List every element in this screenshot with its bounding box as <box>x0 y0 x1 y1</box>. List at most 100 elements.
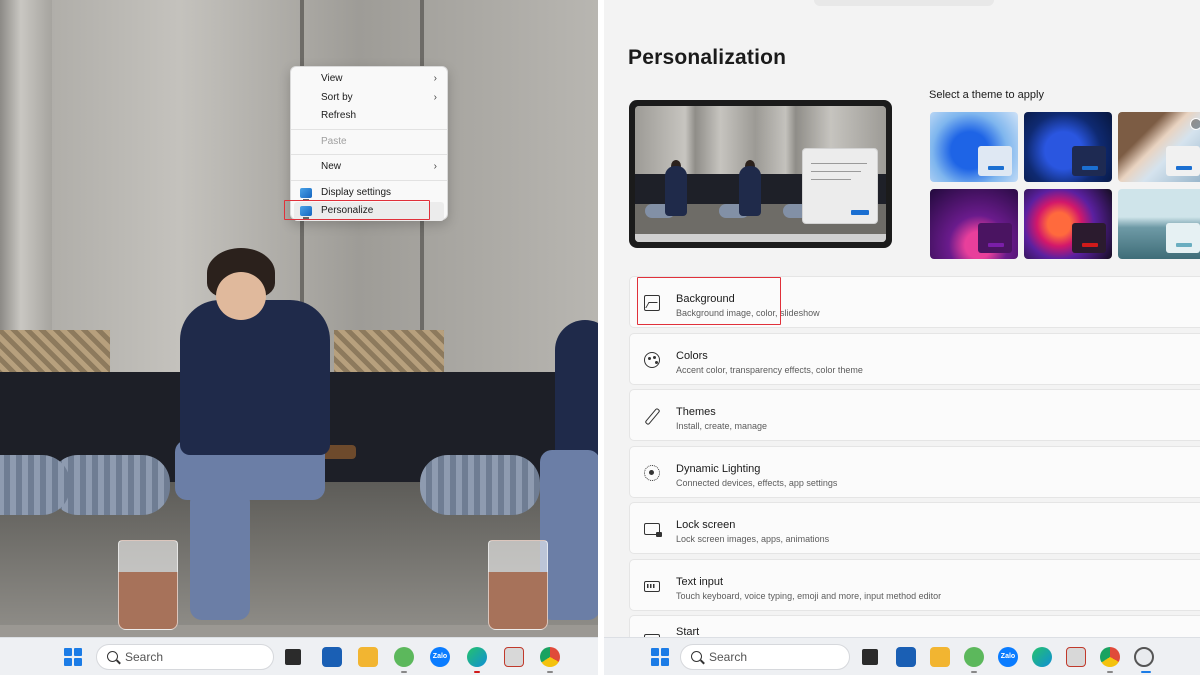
menu-separator <box>291 179 447 181</box>
image-icon <box>644 295 660 311</box>
menu-item-display-settings[interactable]: Display settings <box>291 184 447 203</box>
theme-thumbnail[interactable] <box>1024 189 1112 259</box>
edge-icon[interactable] <box>467 647 487 667</box>
chevron-right-icon: › <box>433 91 437 103</box>
menu-item-label: Sort by <box>321 91 353 103</box>
settings-row-background[interactable]: Background Background image, color, slid… <box>629 276 1200 328</box>
personalize-icon <box>300 206 312 219</box>
office-app-icon[interactable] <box>1066 647 1086 667</box>
microsoft-store-icon[interactable] <box>322 647 342 667</box>
preview-line <box>811 179 851 180</box>
row-title: Colors <box>676 349 708 362</box>
settings-row-start[interactable]: Start <box>629 615 1200 637</box>
display-icon <box>300 187 312 201</box>
drink-glass <box>488 540 548 630</box>
person-face <box>216 272 266 320</box>
menu-separator <box>291 154 447 155</box>
title-bar-hint <box>814 0 994 6</box>
preview-window <box>802 148 878 224</box>
chrome-icon[interactable] <box>540 647 560 667</box>
start-button[interactable] <box>651 648 669 666</box>
theme-preview-window <box>1072 146 1106 176</box>
person-legs <box>540 450 598 620</box>
theme-thumbnail[interactable] <box>1024 112 1112 182</box>
task-view-icon[interactable] <box>862 649 878 665</box>
theme-preview-window <box>1166 146 1200 176</box>
theme-preview-window <box>1072 223 1106 253</box>
search-icon <box>107 651 118 662</box>
theme-thumbnail[interactable] <box>930 189 1018 259</box>
menu-item-label: Display settings <box>321 186 392 198</box>
menu-separator <box>291 128 447 130</box>
search-label: Search <box>709 650 748 664</box>
search-icon <box>691 651 702 662</box>
preview-line <box>811 171 861 172</box>
menu-item-label: Personalize <box>321 205 374 216</box>
row-subtitle: Accent color, transparency effects, colo… <box>676 364 863 375</box>
settings-window: Personalization Select a theme to apply <box>604 0 1200 637</box>
menu-item-new[interactable]: New › <box>291 158 447 177</box>
settings-gear-icon[interactable] <box>1134 647 1154 667</box>
theme-preview-window <box>1166 223 1200 253</box>
desktop-context-menu: View › Sort by › Refresh Paste New › Dis… <box>290 66 448 221</box>
settings-row-themes[interactable]: Themes Install, create, manage <box>629 389 1200 441</box>
person-torso <box>180 300 330 455</box>
menu-item-label: View <box>321 73 343 84</box>
start-button[interactable] <box>64 648 82 666</box>
settings-row-dynamic-lighting[interactable]: Dynamic Lighting Connected devices, effe… <box>629 445 1200 498</box>
settings-row-text-input[interactable]: Text input Touch keyboard, voice typing,… <box>629 558 1200 611</box>
menu-item-sort-by[interactable]: Sort by › <box>291 89 447 108</box>
running-indicator <box>547 671 553 673</box>
lighting-icon <box>644 464 660 481</box>
preview-button <box>851 210 869 215</box>
taskbar-search-box[interactable]: Search <box>680 644 850 670</box>
chrome-icon[interactable] <box>1100 647 1120 667</box>
menu-item-label: Paste <box>321 135 347 147</box>
desktop-wallpaper[interactable]: View › Sort by › Refresh Paste New › Dis… <box>0 0 598 675</box>
row-subtitle: Connected devices, effects, app settings <box>676 477 838 488</box>
zalo-icon[interactable]: Zalo <box>998 647 1018 667</box>
theme-preview-window <box>978 223 1012 253</box>
lock-screen-icon <box>644 523 662 537</box>
coc-coc-browser-icon[interactable] <box>394 647 414 667</box>
running-indicator <box>971 671 977 673</box>
file-explorer-icon[interactable] <box>930 647 950 667</box>
file-explorer-icon[interactable] <box>358 647 378 667</box>
settings-list: Background Background image, color, slid… <box>629 276 1200 637</box>
theme-thumbnail[interactable] <box>1118 112 1200 182</box>
microsoft-store-icon[interactable] <box>896 647 916 667</box>
office-app-icon[interactable] <box>504 647 524 667</box>
person-legs <box>190 490 250 620</box>
keyboard-icon <box>644 580 660 592</box>
settings-row-colors[interactable]: Colors Accent color, transparency effect… <box>629 332 1200 385</box>
edge-icon[interactable] <box>1032 647 1052 667</box>
brush-icon <box>644 408 660 424</box>
menu-item-personalize[interactable]: Personalize <box>294 202 444 221</box>
menu-item-label: Refresh <box>321 110 357 121</box>
task-view-icon[interactable] <box>285 649 301 665</box>
zalo-icon[interactable]: Zalo <box>430 647 450 667</box>
selected-check-icon <box>1190 118 1200 130</box>
settings-row-lock-screen[interactable]: Lock screen Lock screen images, apps, an… <box>629 502 1200 554</box>
menu-item-view[interactable]: View › <box>291 70 447 89</box>
row-title: Background <box>676 293 735 305</box>
menu-item-paste: Paste <box>291 133 447 152</box>
theme-preview-window <box>978 146 1012 176</box>
coc-coc-browser-icon[interactable] <box>964 647 984 667</box>
menu-item-refresh[interactable]: Refresh <box>291 107 447 126</box>
theme-thumbnail[interactable] <box>1118 189 1200 259</box>
chevron-right-icon: › <box>433 161 437 172</box>
desktop-preview <box>629 100 892 248</box>
preview-person <box>665 166 687 216</box>
taskbar: Search Zalo <box>0 637 598 675</box>
row-subtitle: Install, create, manage <box>676 421 768 431</box>
active-indicator <box>1141 671 1151 673</box>
taskbar-search-box[interactable]: Search <box>96 644 274 670</box>
running-indicator <box>474 671 480 673</box>
theme-thumbnail[interactable] <box>930 112 1018 182</box>
palette-icon <box>644 351 660 368</box>
chevron-right-icon: › <box>433 73 437 84</box>
running-indicator <box>401 671 407 673</box>
preview-person <box>739 166 761 216</box>
search-label: Search <box>125 650 164 664</box>
